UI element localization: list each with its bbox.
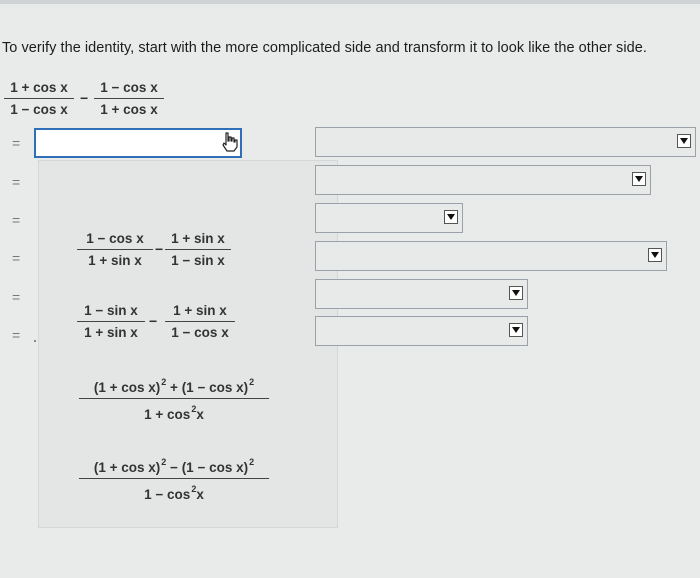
option-4-numerator: (1 + cos x)2 − (1 − cos x)2 (93, 457, 255, 475)
reason-select-5[interactable] (315, 279, 528, 309)
option-2-term-1: 1 − sin x 1 + sin x (77, 301, 145, 342)
top-bar (0, 0, 700, 4)
identity-term-2-denominator: 1 + cos x (100, 102, 158, 117)
equals-sign: = (12, 289, 21, 305)
identity-operator: − (80, 90, 89, 106)
dropdown-option-2[interactable]: 1 − sin x 1 + sin x − 1 + sin x 1 − cos … (39, 301, 339, 351)
reason-select-2[interactable] (315, 165, 651, 195)
option-2-term-1-denominator: 1 + sin x (84, 325, 138, 340)
option-2-operator: − (149, 313, 158, 329)
triangle-down-icon[interactable] (509, 286, 523, 300)
triangle-down-icon[interactable] (509, 323, 523, 337)
identity-term-1: 1 + cos x 1 − cos x (4, 78, 74, 119)
instruction-text: To verify the identity, start with the m… (2, 40, 647, 56)
reason-select-4[interactable] (315, 241, 667, 271)
identity-term-2-numerator: 1 − cos x (100, 80, 158, 95)
triangle-down-icon[interactable] (677, 134, 691, 148)
fraction-bar (79, 398, 269, 399)
identity-term-1-denominator: 1 − cos x (10, 102, 68, 117)
option-2-term-2-denominator: 1 − cos x (171, 325, 229, 340)
equals-sign: = (12, 250, 21, 266)
dropdown-option-4[interactable]: (1 + cos x)2 − (1 − cos x)2 1 − cos2x (39, 453, 339, 509)
fraction-bar (4, 98, 74, 99)
dropdown-option-3[interactable]: (1 + cos x)2 + (1 − cos x)2 1 + cos2x (39, 373, 339, 429)
reason-select-3[interactable] (315, 203, 463, 233)
fraction-bar (79, 478, 269, 479)
option-1-term-1-numerator: 1 − cos x (86, 231, 144, 246)
option-1-term-1-denominator: 1 + sin x (88, 253, 142, 268)
reason-select-1[interactable] (315, 127, 696, 157)
fraction-bar (77, 321, 145, 322)
hand-pointer-icon (222, 132, 238, 152)
equals-sign: = (12, 327, 21, 343)
option-2-term-2: 1 + sin x 1 − cos x (165, 301, 235, 342)
option-1-term-2: 1 + sin x 1 − sin x (165, 229, 231, 270)
fraction-bar (165, 249, 231, 250)
step-1-dropdown-input[interactable] (34, 128, 242, 158)
option-2-term-1-numerator: 1 − sin x (84, 303, 138, 318)
fraction-bar (77, 249, 153, 250)
dropdown-option-1[interactable]: 1 − cos x 1 + sin x − 1 + sin x 1 − sin … (39, 229, 339, 279)
identity-term-2: 1 − cos x 1 + cos x (94, 78, 164, 119)
equals-sign: = (12, 135, 21, 151)
option-1-term-2-denominator: 1 − sin x (171, 253, 225, 268)
option-3-fraction: (1 + cos x)2 + (1 − cos x)2 1 + cos2x (79, 373, 269, 424)
fraction-bar (94, 98, 164, 99)
option-1-operator: − (155, 241, 164, 257)
triangle-down-icon[interactable] (444, 210, 458, 224)
equals-sign: = (12, 174, 21, 190)
dropdown-options-panel: 1 − cos x 1 + sin x − 1 + sin x 1 − sin … (38, 160, 338, 528)
option-2-term-2-numerator: 1 + sin x (173, 303, 227, 318)
identity-term-1-numerator: 1 + cos x (10, 80, 68, 95)
equals-sign: = (12, 212, 21, 228)
option-1-term-2-numerator: 1 + sin x (171, 231, 225, 246)
option-4-fraction: (1 + cos x)2 − (1 − cos x)2 1 − cos2x (79, 453, 269, 504)
option-3-numerator: (1 + cos x)2 + (1 − cos x)2 (93, 377, 255, 395)
option-1-term-1: 1 − cos x 1 + sin x (77, 229, 153, 270)
fraction-bar (165, 321, 235, 322)
option-3-denominator: 1 + cos2x (144, 404, 204, 422)
equals-mark (34, 340, 36, 342)
option-4-denominator: 1 − cos2x (144, 484, 204, 502)
triangle-down-icon[interactable] (632, 172, 646, 186)
triangle-down-icon[interactable] (648, 248, 662, 262)
reason-select-6[interactable] (315, 316, 528, 346)
